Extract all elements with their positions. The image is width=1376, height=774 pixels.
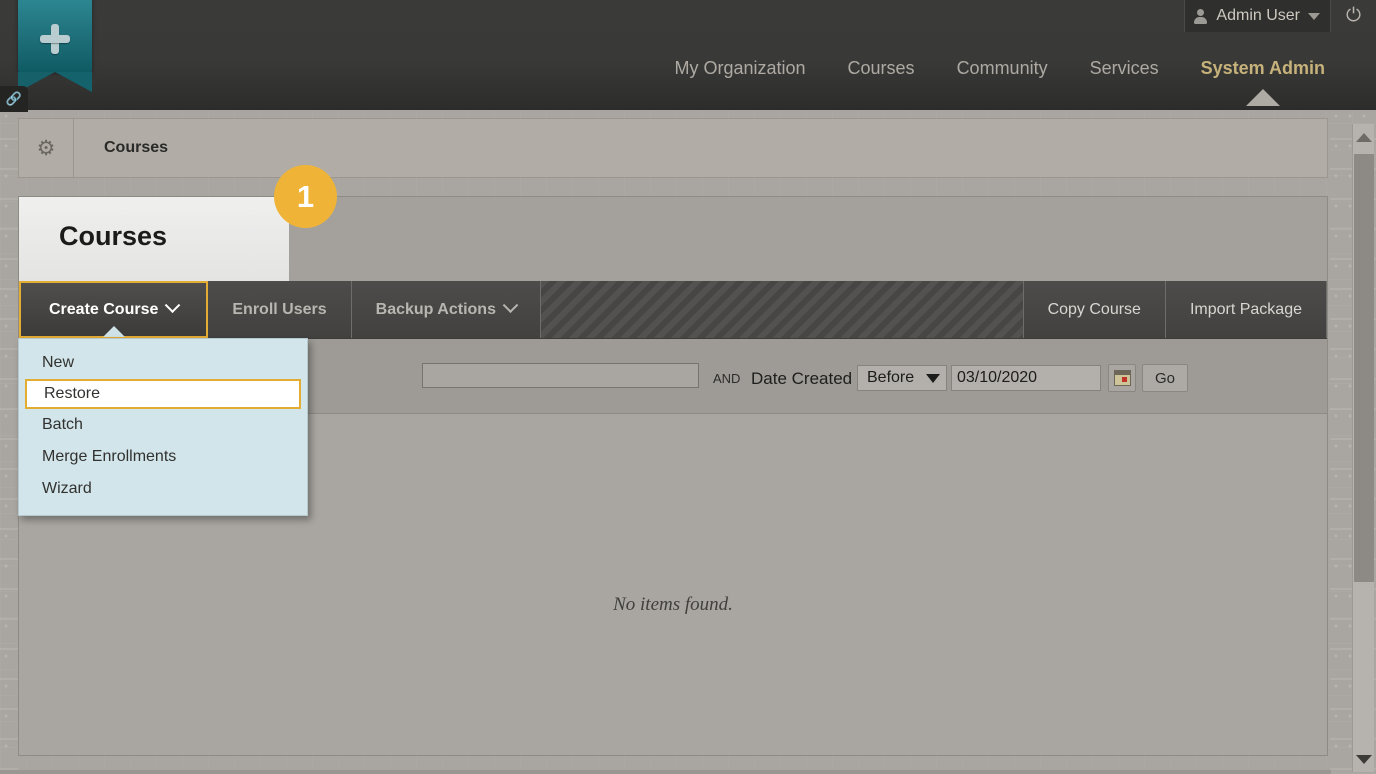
backup-actions-button[interactable]: Backup Actions [351, 281, 541, 338]
triangle-down-icon [1356, 754, 1372, 764]
logo-bookmark[interactable] [18, 0, 92, 92]
operator-value: Before [867, 369, 915, 386]
nav-item-system-admin[interactable]: System Admin [1180, 58, 1346, 85]
global-header: 🔗 Admin User ⏻ My Organization Courses C… [0, 0, 1376, 112]
bottom-strip [0, 770, 1331, 774]
nav-item-services[interactable]: Services [1069, 58, 1180, 85]
breadcrumb: ⚙ Courses [18, 118, 1328, 178]
nav-item-community[interactable]: Community [936, 58, 1069, 85]
backup-actions-label: Backup Actions [375, 300, 496, 318]
vertical-scrollbar[interactable] [1352, 124, 1374, 772]
date-created-label: Date Created [751, 369, 853, 388]
enroll-users-label: Enroll Users [232, 300, 327, 318]
triangle-down-icon [926, 373, 940, 383]
gear-icon[interactable]: ⚙ [19, 119, 74, 177]
background-pattern-left [0, 110, 18, 774]
import-package-button[interactable]: Import Package [1165, 281, 1327, 338]
dropdown-item-restore[interactable]: Restore [25, 379, 301, 409]
search-input[interactable] [422, 363, 699, 388]
page-title: Courses [59, 221, 168, 251]
and-label: AND [713, 371, 741, 386]
dropdown-item-merge-enrollments[interactable]: Merge Enrollments [19, 441, 307, 473]
panel-header: Courses [19, 197, 1327, 281]
action-bar: Create Course Enroll Users Backup Action… [19, 281, 1327, 339]
dropdown-item-new[interactable]: New [19, 347, 307, 379]
go-label: Go [1154, 369, 1175, 387]
step-badge-1: 1 [274, 165, 337, 228]
dropdown-item-batch[interactable]: Batch [19, 409, 307, 441]
date-input[interactable] [951, 365, 1101, 391]
nav-item-courses[interactable]: Courses [827, 58, 936, 85]
user-name-label: Admin User [1216, 7, 1300, 24]
scroll-down-button[interactable] [1353, 746, 1375, 772]
triangle-up-icon [1356, 132, 1372, 142]
scroll-up-button[interactable] [1353, 124, 1375, 150]
plus-icon [40, 24, 70, 54]
copy-course-label: Copy Course [1047, 300, 1141, 318]
action-bar-filler [540, 281, 1024, 338]
import-package-label: Import Package [1189, 300, 1302, 318]
create-course-dropdown: New Restore Batch Merge Enrollments Wiza… [18, 338, 308, 516]
operator-select[interactable]: Before [857, 365, 947, 391]
breadcrumb-label: Courses [104, 139, 169, 156]
create-course-label: Create Course [49, 300, 159, 318]
create-course-button[interactable]: Create Course [19, 281, 209, 338]
chevron-down-icon [165, 297, 181, 314]
global-nav: My Organization Courses Community Servic… [653, 58, 1346, 85]
power-glyph: ⏻ [1345, 5, 1362, 26]
dropdown-item-wizard[interactable]: Wizard [19, 473, 307, 505]
scrollbar-thumb[interactable] [1354, 154, 1374, 582]
chevron-down-icon [1308, 12, 1320, 20]
go-button[interactable]: Go [1142, 364, 1188, 392]
user-avatar-icon [1193, 8, 1208, 24]
calendar-icon [1113, 370, 1131, 386]
user-menu[interactable]: Admin User [1184, 0, 1331, 32]
app-window: 🔗 Admin User ⏻ My Organization Courses C… [0, 0, 1376, 774]
nav-item-my-organization[interactable]: My Organization [653, 58, 826, 85]
copy-course-button[interactable]: Copy Course [1023, 281, 1166, 338]
empty-state-message: No items found. [613, 594, 733, 615]
calendar-picker-button[interactable] [1108, 364, 1136, 392]
chevron-down-icon [502, 297, 519, 314]
link-icon[interactable]: 🔗 [0, 86, 28, 112]
enroll-users-button[interactable]: Enroll Users [208, 281, 352, 338]
power-icon[interactable]: ⏻ [1331, 0, 1376, 32]
